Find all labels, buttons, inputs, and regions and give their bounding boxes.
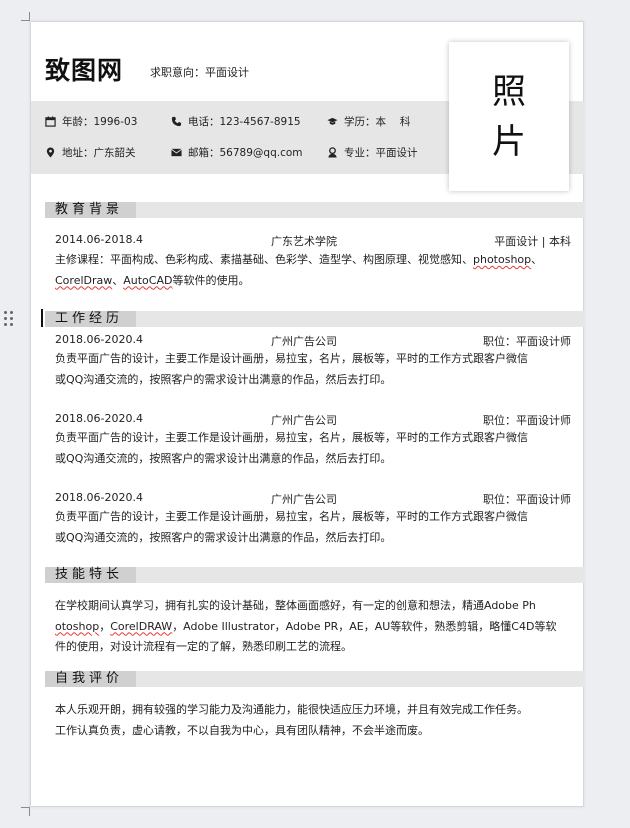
envelope-icon	[171, 148, 182, 157]
self-eval-line: 本人乐观开朗，拥有较强的学习能力及沟通能力，能很快适应压力环境，并且有效完成工作…	[55, 703, 528, 716]
info-email-label: 邮箱：	[188, 147, 220, 159]
photo-placeholder[interactable]: 照 片	[449, 42, 569, 191]
section-header-education: 教育背景	[45, 202, 584, 218]
info-age-value: 1996-03	[93, 116, 138, 128]
job-period: 2018.06-2020.4	[55, 491, 143, 504]
calendar-icon	[45, 116, 56, 127]
phone-icon	[171, 116, 182, 127]
info-address[interactable]: 地址：广东韶关	[45, 145, 136, 160]
candidate-name[interactable]: 致图网	[45, 51, 123, 87]
photo-placeholder-char: 片	[492, 121, 526, 162]
info-email[interactable]: 邮箱：56789@qq.com	[171, 145, 303, 160]
job-description[interactable]: 负责平面广告的设计，主要工作是设计画册，易拉宝，名片，展板等，平时的工作方式跟客…	[55, 428, 572, 469]
education-school: 广东艺术学院	[271, 235, 337, 248]
info-address-value: 广东韶关	[93, 147, 136, 159]
section-title[interactable]: 技能特长	[45, 567, 136, 583]
spellcheck-word: AutoCAD	[123, 273, 173, 287]
info-major-value: 平面设计	[375, 147, 418, 159]
job-company: 广州广告公司	[271, 493, 337, 506]
page-corner-mark	[21, 12, 30, 21]
job-row[interactable]: 2018.06-2020.4 广州广告公司 职位：平面设计师	[55, 333, 571, 349]
user-icon	[328, 147, 337, 158]
spellcheck-word: photoshop	[473, 253, 532, 266]
spellcheck-word: otoshop	[55, 619, 100, 633]
job-position: 职位：平面设计师	[483, 414, 571, 427]
info-age-label: 年龄：	[62, 116, 94, 128]
spellcheck-word: CorelDRAW	[110, 619, 173, 633]
skills-line: 件的使用，对设计流程有一定的了解，熟悉印刷工艺的流程。	[55, 640, 352, 653]
job-row[interactable]: 2018.06-2020.4 广州广告公司 职位：平面设计师	[55, 491, 571, 507]
info-phone-label: 电话：	[188, 116, 220, 128]
education-courses[interactable]: 主修课程：平面构成、色彩构成、素描基础、色彩学、造型学、构图原理、视觉感知、ph…	[55, 250, 572, 291]
job-position: 职位：平面设计师	[483, 493, 571, 506]
education-row[interactable]: 2014.06-2018.4 广东艺术学院 平面设计 | 本科	[55, 233, 571, 249]
self-eval-text[interactable]: 本人乐观开朗，拥有较强的学习能力及沟通能力，能很快适应压力环境，并且有效完成工作…	[55, 700, 572, 741]
spellcheck-word: CorelDraw	[55, 273, 113, 287]
job-intent-label: 求职意向：	[150, 66, 205, 79]
job-description-line: 或QQ沟通交流的，按照客户的需求设计出满意的作品，然后去打印。	[55, 451, 392, 465]
info-education-label: 学历：	[344, 116, 376, 128]
job-description[interactable]: 负责平面广告的设计，主要工作是设计画册，易拉宝，名片，展板等，平时的工作方式跟客…	[55, 507, 572, 548]
photo-placeholder-char: 照	[492, 71, 526, 112]
resume-page: 致图网 求职意向：平面设计 年龄：1996-03 电话：123-4567-891…	[21, 12, 584, 816]
info-phone-value: 123-4567-8915	[219, 116, 301, 128]
info-age[interactable]: 年龄：1996-03	[45, 114, 137, 129]
section-title[interactable]: 自我评价	[45, 671, 136, 687]
info-address-label: 地址：	[62, 147, 94, 159]
job-company: 广州广告公司	[271, 335, 337, 348]
text-cursor	[41, 309, 43, 327]
job-description-line: 负责平面广告的设计，主要工作是设计画册，易拉宝，名片，展板等，平时的工作方式跟客…	[55, 510, 528, 523]
self-eval-line: 工作认真负责，虚心请教，不以自我为中心，具有团队精神，不会半途而废。	[55, 723, 429, 737]
section-header-self-eval: 自我评价	[45, 671, 584, 687]
info-education-value: 本 科	[375, 116, 411, 128]
section-title[interactable]: 工作经历	[45, 311, 136, 327]
info-email-value: 56789@qq.com	[219, 147, 303, 159]
courses-text: 等软件的使用。	[172, 273, 250, 287]
info-education[interactable]: 学历：本 科	[327, 114, 410, 129]
job-row[interactable]: 2018.06-2020.4 广州广告公司 职位：平面设计师	[55, 412, 571, 428]
info-major-label: 专业：	[344, 147, 376, 159]
section-title[interactable]: 教育背景	[45, 202, 136, 218]
courses-text: 、	[531, 253, 543, 266]
job-intent-value: 平面设计	[205, 66, 249, 79]
info-major[interactable]: 专业：平面设计	[327, 145, 418, 160]
graduation-cap-icon	[327, 117, 338, 125]
job-company: 广州广告公司	[271, 414, 337, 427]
skills-text[interactable]: 在学校期间认真学习，拥有扎实的设计基础，整体画面感好，有一定的创意和想法，精通A…	[55, 596, 572, 658]
job-description-line: 或QQ沟通交流的，按照客户的需求设计出满意的作品，然后去打印。	[55, 530, 392, 544]
courses-text: 主修课程：平面构成、色彩构成、素描基础、色彩学、造型学、构图原理、视觉感知、	[55, 253, 473, 266]
job-period: 2018.06-2020.4	[55, 412, 143, 425]
education-period: 2014.06-2018.4	[55, 233, 143, 246]
block-drag-handle[interactable]	[4, 309, 14, 327]
job-intent[interactable]: 求职意向：平面设计	[150, 64, 249, 80]
location-pin-icon	[46, 147, 55, 158]
job-description[interactable]: 负责平面广告的设计，主要工作是设计画册，易拉宝，名片，展板等，平时的工作方式跟客…	[55, 349, 572, 390]
education-degree: 平面设计 | 本科	[494, 235, 571, 248]
skills-line: otoshop，CorelDRAW，Adobe Illustrator，Adob…	[55, 617, 572, 638]
courses-text: 、	[112, 273, 124, 287]
job-description-line: 或QQ沟通交流的，按照客户的需求设计出满意的作品，然后去打印。	[55, 372, 392, 386]
page-corner-mark	[21, 807, 30, 816]
job-description-line: 负责平面广告的设计，主要工作是设计画册，易拉宝，名片，展板等，平时的工作方式跟客…	[55, 352, 528, 365]
section-header-skills: 技能特长	[45, 567, 584, 583]
job-description-line: 负责平面广告的设计，主要工作是设计画册，易拉宝，名片，展板等，平时的工作方式跟客…	[55, 431, 528, 444]
job-position: 职位：平面设计师	[483, 335, 571, 348]
skills-line: 在学校期间认真学习，拥有扎实的设计基础，整体画面感好，有一定的创意和想法，精通A…	[55, 599, 536, 612]
section-header-work: 工作经历	[45, 311, 584, 327]
info-phone[interactable]: 电话：123-4567-8915	[171, 114, 301, 129]
skills-text-fragment: ，	[99, 619, 111, 633]
skills-text-fragment: ，Adobe Illustrator，Adobe PR，AE，AU等软件，熟悉剪…	[172, 619, 557, 633]
job-period: 2018.06-2020.4	[55, 333, 143, 346]
